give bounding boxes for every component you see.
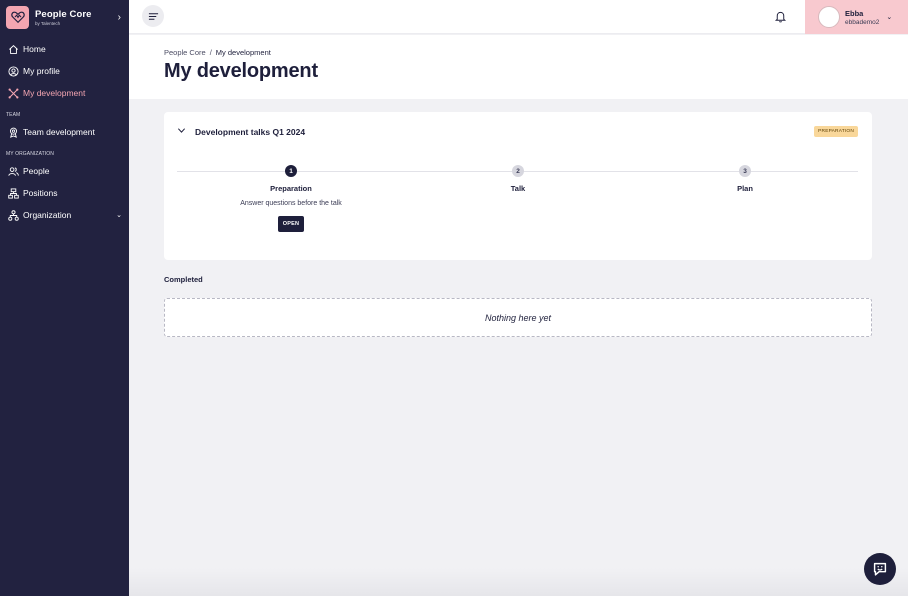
step-label: Plan bbox=[737, 184, 753, 193]
chevron-right-icon[interactable]: › bbox=[118, 12, 121, 23]
positions-icon bbox=[7, 187, 19, 199]
chevron-down-icon: ⌄ bbox=[886, 14, 893, 21]
sidebar-item-label: Home bbox=[23, 44, 46, 54]
avatar bbox=[818, 6, 840, 28]
award-icon bbox=[7, 126, 19, 138]
breadcrumb: People Core / My development bbox=[164, 48, 271, 57]
topbar: Ebba ebbademo2 ⌄ bbox=[129, 0, 908, 34]
completed-empty-state: Nothing here yet bbox=[164, 298, 872, 337]
sidebar-item-my-profile[interactable]: My profile bbox=[0, 60, 129, 82]
brand-name: People Core bbox=[35, 8, 92, 20]
development-talk-card: Development talks Q1 2024 PREPARATION 1 … bbox=[164, 112, 872, 260]
completed-heading: Completed bbox=[164, 275, 203, 284]
page-title: My development bbox=[164, 60, 318, 82]
sidebar-item-people[interactable]: People bbox=[0, 160, 129, 182]
user-menu[interactable]: Ebba ebbademo2 ⌄ bbox=[805, 0, 908, 34]
section-label-team: TEAM bbox=[6, 112, 21, 118]
step-talk: 2 Talk bbox=[438, 165, 598, 193]
talk-title: Development talks Q1 2024 bbox=[195, 126, 306, 137]
sidebar-item-organization[interactable]: Organization ⌄ bbox=[0, 204, 129, 226]
talk-toggle[interactable]: Development talks Q1 2024 bbox=[177, 126, 305, 137]
brand[interactable]: People Core by Talentech › bbox=[0, 0, 129, 34]
menu-toggle-button[interactable] bbox=[142, 5, 164, 27]
breadcrumb-separator: / bbox=[209, 48, 212, 57]
sidebar-item-home[interactable]: Home bbox=[0, 38, 129, 60]
status-badge: PREPARATION bbox=[814, 126, 858, 137]
chevron-down-icon bbox=[177, 126, 186, 137]
chat-support-button[interactable] bbox=[864, 553, 896, 585]
development-icon bbox=[7, 87, 19, 99]
sidebar: People Core by Talentech › Home My profi… bbox=[0, 0, 129, 596]
main-nav: Home My profile My development TEAM Team… bbox=[0, 38, 129, 226]
bottom-fade bbox=[129, 568, 908, 596]
chevron-down-icon[interactable]: ⌄ bbox=[116, 211, 122, 219]
sidebar-item-label: My profile bbox=[23, 66, 60, 76]
chat-icon bbox=[873, 562, 887, 576]
people-icon bbox=[7, 165, 19, 177]
sidebar-item-my-development[interactable]: My development bbox=[0, 82, 129, 104]
sidebar-item-label: People bbox=[23, 166, 50, 176]
step-label: Talk bbox=[510, 184, 526, 193]
step-number: 1 bbox=[285, 165, 297, 177]
page-header: People Core / My development My developmen… bbox=[129, 35, 908, 99]
sidebar-item-label: Organization bbox=[23, 210, 72, 220]
step-plan: 3 Plan bbox=[665, 165, 825, 193]
sidebar-item-positions[interactable]: Positions bbox=[0, 182, 129, 204]
open-button[interactable]: OPEN bbox=[277, 216, 305, 232]
organization-icon bbox=[7, 209, 19, 221]
step-description: Answer questions before the talk bbox=[240, 200, 342, 207]
profile-icon bbox=[7, 65, 19, 77]
empty-state-text: Nothing here yet bbox=[484, 312, 552, 323]
step-preparation: 1 Preparation Answer questions before th… bbox=[211, 165, 371, 232]
step-number: 2 bbox=[512, 165, 524, 177]
sidebar-item-label: My development bbox=[23, 88, 86, 98]
home-icon bbox=[7, 43, 19, 55]
breadcrumb-root[interactable]: People Core bbox=[164, 48, 206, 57]
breadcrumb-current: My development bbox=[215, 48, 271, 57]
user-name: Ebba bbox=[845, 8, 864, 18]
heart-logo-icon bbox=[6, 5, 29, 29]
step-label: Preparation bbox=[270, 184, 312, 193]
step-number: 3 bbox=[739, 165, 751, 177]
section-label-my-organization: MY ORGANIZATION bbox=[6, 151, 54, 157]
sidebar-item-label: Positions bbox=[23, 188, 58, 198]
sidebar-item-team-development[interactable]: Team development bbox=[0, 121, 129, 143]
sidebar-item-label: Team development bbox=[23, 127, 95, 137]
bell-icon[interactable] bbox=[774, 10, 787, 23]
brand-sub: by Talentech bbox=[35, 20, 61, 26]
user-handle: ebbademo2 bbox=[845, 18, 880, 26]
hamburger-icon bbox=[148, 12, 158, 20]
